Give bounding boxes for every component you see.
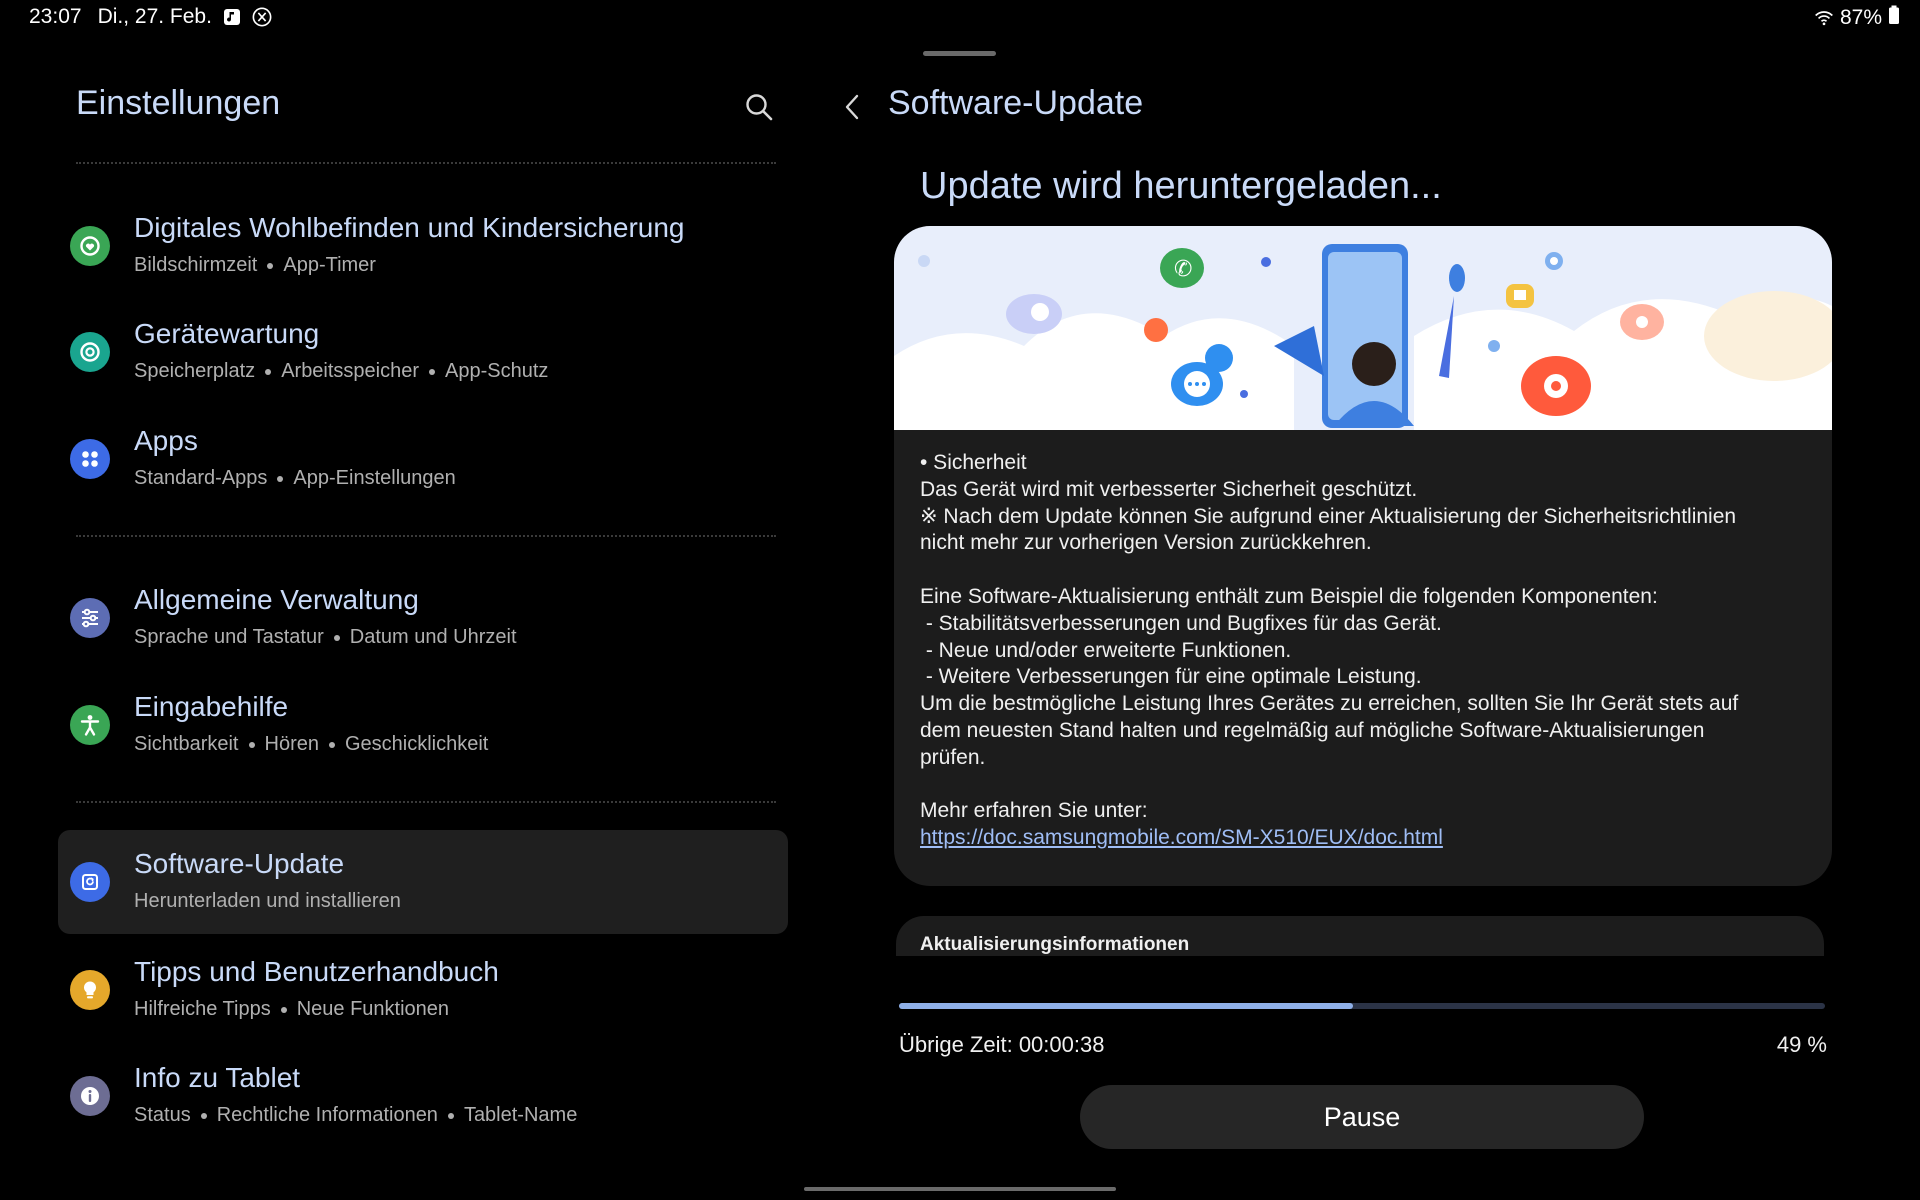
update-info-section[interactable]: Aktualisierungsinformationen [896,916,1824,956]
settings-item-general-management[interactable]: Allgemeine Verwaltung Sprache und Tastat… [58,566,788,670]
item-title: Allgemeine Verwaltung [134,584,419,615]
sub-label: App-Timer [283,254,376,276]
settings-item-wellbeing[interactable]: Digitales Wohlbefinden und Kindersicheru… [58,194,788,298]
item-title: Eingabehilfe [134,691,289,722]
svg-text:✆: ✆ [1174,257,1192,282]
date: Di., 27. Feb. [97,5,212,28]
settings-item-accessibility[interactable]: Eingabehilfe Sichtbarkeit Hören Geschickli… [58,673,788,777]
item-title: Gerätewartung [134,318,320,349]
battery-percent: 87% [1839,6,1882,29]
item-subtitle: Sichtbarkeit Hören Geschicklichkeit [134,733,488,756]
settings-item-software-update[interactable]: Software-Update Herunterladen und instal… [58,830,788,934]
sub-label: Arbeitsspeicher [281,360,420,382]
sub-label: Sichtbarkeit [134,733,239,755]
download-status-heading: Update wird heruntergeladen... [920,165,1442,207]
sub-label: Geschicklichkeit [344,733,489,755]
pause-button[interactable]: Pause [1080,1085,1644,1149]
item-subtitle: Standard-Apps App-Einstellungen [134,467,456,490]
item-subtitle: Bildschirmzeit App-Timer [134,254,376,277]
sliders-icon [70,598,110,638]
remaining-time: Übrige Zeit: 00:00:38 [899,1032,1105,1057]
divider [76,162,776,164]
settings-item-tips[interactable]: Tipps und Benutzerhandbuch Hilfreiche Ti… [58,938,788,1042]
software-update-panel: Software-Update Update wird heruntergela… [820,70,1920,1180]
info-icon [70,1076,110,1116]
item-subtitle: Speicherplatz Arbeitsspeicher App-Schutz [134,360,548,383]
accessibility-icon [70,705,110,745]
download-progress-fill [899,1003,1353,1009]
settings-item-device-care[interactable]: Gerätewartung Speicherplatz Arbeitsspeich… [58,300,788,404]
divider [76,801,776,803]
sub-label: Sprache und Tastatur [134,626,324,648]
status-bar-left: 23:07 Di., 27. Feb. [29,5,272,29]
item-subtitle: Herunterladen und installieren [134,890,401,913]
item-title: Tipps und Benutzerhandbuch [134,956,499,987]
clock: 23:07 [29,5,82,28]
heart-shield-icon [70,226,110,266]
status-bar-right: 87% [1814,5,1900,31]
more-info-link[interactable]: https://doc.samsungmobile.com/SM-X510/EU… [920,826,1443,849]
settings-item-about-tablet[interactable]: Info zu Tablet Status Rechtliche Informat… [58,1044,788,1148]
page-title: Einstellungen [76,84,281,122]
sub-label: Herunterladen und installieren [134,890,401,912]
item-title: Digitales Wohlbefinden und Kindersicheru… [134,212,685,243]
release-notes-text: • Sicherheit Das Gerät wird mit verbesse… [920,450,1820,852]
progress-percent: 49 % [1776,1032,1827,1057]
sub-label: Neue Funktionen [296,998,450,1020]
sub-label: Bildschirmzeit [134,254,258,276]
sub-label: Speicherplatz [134,360,256,382]
sub-label: Standard-Apps [134,467,268,489]
sub-label: Hilfreiche Tipps [134,998,271,1020]
item-subtitle: Status Rechtliche Informationen Tablet-Nam… [134,1104,577,1127]
software-update-icon [70,862,110,902]
wifi-icon [1814,8,1834,28]
item-subtitle: Sprache und Tastatur Datum und Uhrzeit [134,626,517,649]
settings-item-apps[interactable]: Apps Standard-Apps App-Einstellungen [58,407,788,511]
sub-label: Rechtliche Informationen [216,1104,438,1126]
update-info-label: Aktualisierungsinformationen [920,934,1190,955]
device-care-icon [70,332,110,372]
release-notes-card: ✆ • Sicherheit Das Gerät wird mit verbes… [894,226,1832,886]
sub-label: Datum und Uhrzeit [349,626,517,648]
battery-icon [1888,5,1900,31]
item-title: Info zu Tablet [134,1062,301,1093]
sub-label: Hören [264,733,319,755]
item-title: Apps [134,425,198,456]
sub-label: App-Einstellungen [293,467,456,489]
download-progress-bar [899,1003,1825,1009]
sub-label: Tablet-Name [463,1104,578,1126]
sub-label: Status [134,1104,191,1126]
gesture-bar[interactable] [804,1187,1116,1191]
lightbulb-icon [70,970,110,1010]
search-icon[interactable] [744,92,774,122]
apps-grid-icon [70,439,110,479]
status-bar: 23:07 Di., 27. Feb. 87% [0,0,1920,36]
sub-label: App-Schutz [445,360,549,382]
item-subtitle: Hilfreiche Tipps Neue Funktionen [134,998,449,1021]
back-arrow-icon[interactable] [840,90,864,124]
update-illustration: ✆ [894,226,1832,430]
release-notes-body: • Sicherheit Das Gerät wird mit verbesse… [920,451,1739,823]
page-title: Software-Update [888,84,1144,122]
split-view-handle[interactable] [923,51,996,56]
music-note-icon [222,7,242,27]
item-title: Software-Update [134,848,345,879]
x-logo-icon [252,7,272,27]
divider [76,535,776,537]
